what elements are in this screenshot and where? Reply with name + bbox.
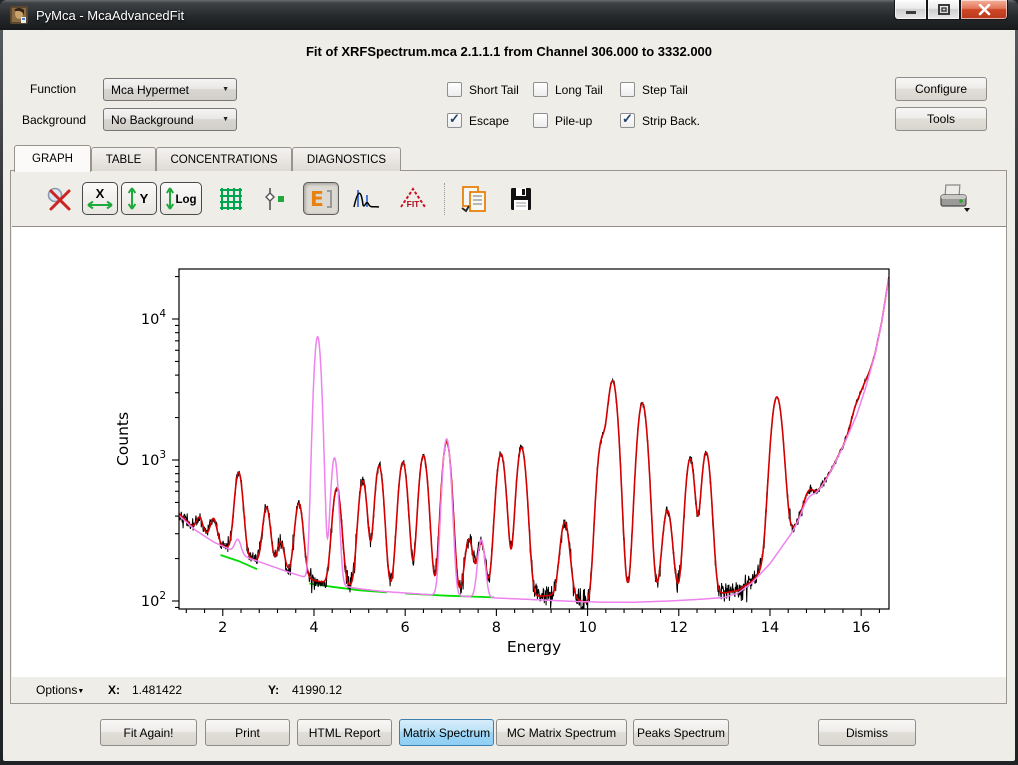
checkbox-label: Step Tail [642,83,688,97]
svg-text:FIT: FIT [407,199,421,209]
checkbox-label: Long Tail [555,83,603,97]
cursor-y-value: 41990.12 [292,683,342,697]
svg-text:Log: Log [175,194,196,206]
window-titlebar[interactable]: PyMca - McaAdvancedFit [0,0,1018,30]
plot-toolbar: X Y Log [11,171,1006,226]
checkbox-label: Escape [469,114,509,128]
x-tick-label: 4 [309,620,318,636]
y-tick-label: 104 [141,308,166,328]
x-tick-label: 12 [670,620,688,636]
background-label: Background [22,113,86,127]
tab-table[interactable]: TABLE [91,147,156,171]
toolbar-separator [444,183,446,215]
tab-graph[interactable]: GRAPH [14,145,91,172]
log-toggle-button[interactable]: Log [160,182,202,215]
maximize-button[interactable] [927,0,960,20]
peaks-icon[interactable] [352,185,382,213]
checkbox-step-tail[interactable]: Step Tail [620,79,688,100]
dismiss-button[interactable]: Dismiss [818,719,916,746]
close-icon [978,4,991,16]
checkbox-label: Strip Back. [642,114,700,128]
fit-again-button[interactable]: Fit Again! [100,719,197,746]
x-tick-label: 14 [761,620,779,636]
copy-report-icon[interactable] [458,184,490,214]
y-autoscale-button[interactable]: Y [121,182,157,215]
tools-button[interactable]: Tools [895,107,987,131]
x-axis-title: Energy [507,638,561,656]
checkbox-box [533,82,548,97]
html-report-button[interactable]: HTML Report [297,719,392,746]
pymca-app-icon [10,6,28,24]
fit-icon[interactable]: FIT [397,185,429,213]
peaks-spectrum-button[interactable]: Peaks Spectrum [633,719,729,746]
chevron-down-icon: ▼ [77,688,84,695]
checkbox-escape[interactable]: Escape [447,110,509,131]
options-menu-button[interactable]: Options▼ [36,683,84,697]
mc-matrix-spectrum-button[interactable]: MC Matrix Spectrum [496,719,627,746]
background-value: No Background [111,113,194,127]
checkbox-label: Short Tail [469,83,519,97]
energy-toggle-button[interactable]: E [303,182,339,215]
save-icon[interactable] [507,185,535,213]
checkbox-strip-back[interactable]: Strip Back. [620,110,700,131]
print-icon[interactable] [936,183,972,215]
checkbox-box [620,113,635,128]
graph-tab-panel: X Y Log [10,170,1007,704]
y-tick-label: 102 [141,590,166,610]
chevron-down-icon: ▼ [222,86,229,93]
cursor-x-value: 1.481422 [132,683,182,697]
svg-text:X: X [96,186,105,201]
maximize-icon [938,4,950,15]
fit-banner: Fit of XRFSpectrum.mca 2.1.1.1 from Chan… [3,44,1015,59]
y-tick-label: 103 [141,449,166,469]
zoom-reset-icon[interactable] [45,185,73,213]
grid-icon[interactable] [217,185,245,213]
checkbox-box [447,113,462,128]
log-scale-icon: Log [163,185,199,212]
close-button[interactable] [960,0,1008,20]
y-autoscale-icon: Y [124,185,154,212]
window-title: PyMca - McaAdvancedFit [36,8,184,23]
matrix-spectrum-button[interactable]: Matrix Spectrum [399,719,494,746]
x-autoscale-button[interactable]: X [82,182,118,215]
plot-statusbar: Options▼ X: 1.481422 Y: 41990.12 [11,681,1006,703]
print-button[interactable]: Print [205,719,290,746]
dialog-content: Fit of XRFSpectrum.mca 2.1.1.1 from Chan… [3,30,1015,761]
function-combobox[interactable]: Mca Hypermet ▼ [103,78,237,101]
marker-icon[interactable] [262,185,288,213]
x-tick-label: 16 [852,620,870,636]
x-tick-label: 2 [218,620,227,636]
tab-diagnostics[interactable]: DIAGNOSTICS [292,147,401,171]
checkbox-box [533,113,548,128]
pymca-window: PyMca - McaAdvancedFit Fit of XRFSpectru… [0,0,1018,765]
function-value: Mca Hypermet [111,83,189,97]
background-combobox[interactable]: No Background ▼ [103,108,237,131]
minimize-icon [905,5,917,15]
cursor-y-label: Y: [268,683,279,697]
svg-text:Y: Y [140,191,149,206]
checkbox-pile-up[interactable]: Pile-up [533,110,592,131]
energy-icon: E [306,185,336,213]
y-axis-title: Counts [114,412,132,466]
spectrum-figure: 2 4 6 8 10 12 14 16 102 103 104 Energy Counts [12,226,1006,677]
checkbox-box [447,82,462,97]
tab-concentrations[interactable]: CONCENTRATIONS [156,147,292,171]
svg-text:E: E [310,187,324,211]
spectrum-plot[interactable]: 2 4 6 8 10 12 14 16 102 103 104 Energy Counts [12,227,1006,677]
x-tick-label: 10 [578,620,596,636]
cursor-x-label: X: [108,683,120,697]
x-autoscale-icon: X [85,185,115,212]
configure-button[interactable]: Configure [895,77,987,101]
x-tick-label: 8 [492,620,501,636]
checkbox-long-tail[interactable]: Long Tail [533,79,603,100]
checkbox-box [620,82,635,97]
x-tick-label: 6 [401,620,410,636]
function-label: Function [30,82,76,96]
minimize-button[interactable] [894,0,927,20]
checkbox-label: Pile-up [555,114,592,128]
chevron-down-icon: ▼ [222,116,229,123]
checkbox-short-tail[interactable]: Short Tail [447,79,519,100]
